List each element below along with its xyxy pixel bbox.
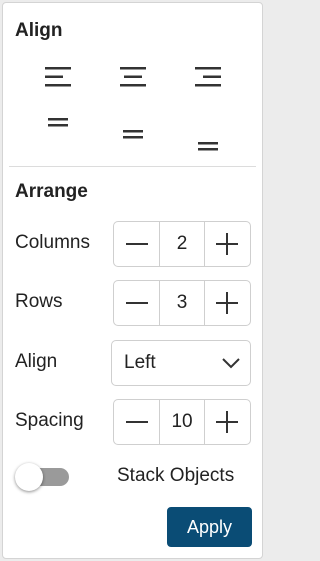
align-right-icon[interactable] [186,57,230,97]
columns-increment-button[interactable] [205,222,250,266]
spacing-label: Spacing [15,410,84,431]
stack-objects-label: Stack Objects [117,465,235,486]
columns-decrement-button[interactable] [114,222,159,266]
rows-value[interactable]: 3 [159,281,205,325]
columns-value[interactable]: 2 [159,222,205,266]
chevron-down-icon [222,358,240,369]
minus-icon [125,421,148,423]
apply-button[interactable]: Apply [167,507,252,547]
minus-icon [125,302,148,304]
align-middle-icon[interactable] [111,115,155,155]
columns-stepper: 2 [113,221,251,267]
spacing-increment-button[interactable] [205,400,250,444]
spacing-decrement-button[interactable] [114,400,159,444]
plus-icon [216,292,239,314]
align-arrange-panel: Align Arrange Columns 2 Rows 3 Align Lef… [2,2,263,559]
arrange-align-label: Align [15,351,58,372]
toggle-knob [15,463,43,491]
plus-icon [216,233,239,255]
spacing-value[interactable]: 10 [159,400,205,444]
align-top-icon[interactable] [36,111,80,151]
arrange-section-title: Arrange [15,181,88,202]
minus-icon [125,243,148,245]
align-left-icon[interactable] [36,57,80,97]
plus-icon [216,411,239,433]
columns-label: Columns [15,232,90,253]
rows-decrement-button[interactable] [114,281,159,325]
arrange-align-value: Left [124,352,156,373]
rows-label: Rows [15,291,63,312]
rows-stepper: 3 [113,280,251,326]
stack-objects-toggle[interactable] [15,463,69,491]
spacing-stepper: 10 [113,399,251,445]
rows-increment-button[interactable] [205,281,250,325]
section-divider [9,166,256,167]
align-bottom-icon[interactable] [186,119,230,159]
align-center-icon[interactable] [111,57,155,97]
align-section-title: Align [15,20,63,41]
arrange-align-select[interactable]: Left [111,340,251,386]
